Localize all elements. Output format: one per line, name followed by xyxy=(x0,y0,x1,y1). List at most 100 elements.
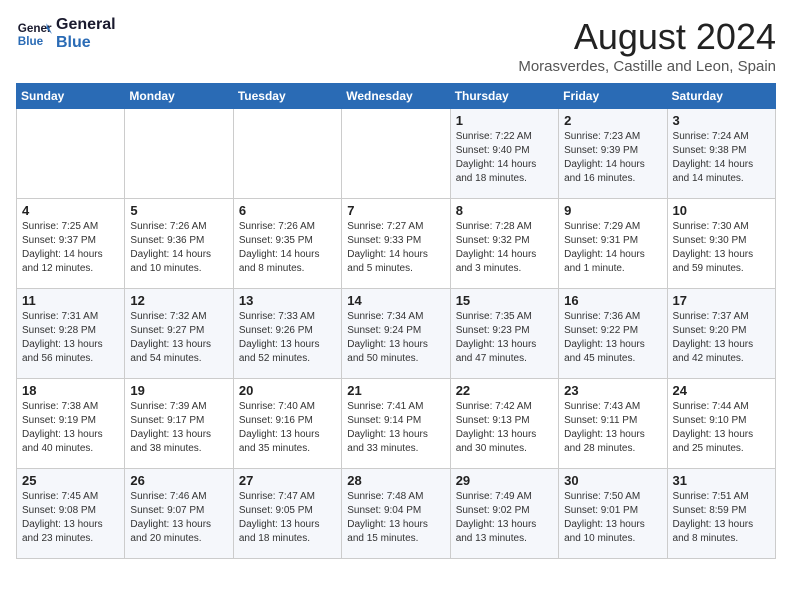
calendar-cell: 16 Sunrise: 7:36 AM Sunset: 9:22 PM Dayli… xyxy=(559,289,667,379)
calendar-cell: 14Sunrise: 7:34 AM Sunset: 9:24 PM Dayli… xyxy=(342,289,450,379)
calendar-cell: 28 Sunrise: 7:48 AM Sunset: 9:04 PM Dayli… xyxy=(342,469,450,559)
weekday-header-friday: Friday xyxy=(559,84,667,109)
calendar-cell: 7 Sunrise: 7:27 AM Sunset: 9:33 PM Daylig… xyxy=(342,199,450,289)
calendar-cell: 5Sunrise: 7:26 AM Sunset: 9:36 PM Daylig… xyxy=(125,199,233,289)
day-number: 27 xyxy=(239,473,336,488)
calendar-week-1: 1 Sunrise: 7:22 AM Sunset: 9:40 PM Daylig… xyxy=(17,109,776,199)
day-number: 23 xyxy=(564,383,661,398)
calendar-cell xyxy=(17,109,125,199)
calendar-cell: 29Sunrise: 7:49 AM Sunset: 9:02 PM Dayli… xyxy=(450,469,558,559)
day-number: 21 xyxy=(347,383,444,398)
day-number: 1 xyxy=(456,113,553,128)
day-info: Sunrise: 7:44 AM Sunset: 9:10 PM Dayligh… xyxy=(673,400,770,456)
calendar-table: SundayMondayTuesdayWednesdayThursdayFrid… xyxy=(16,83,776,559)
calendar-week-5: 25 Sunrise: 7:45 AM Sunset: 9:08 PM Dayli… xyxy=(17,469,776,559)
day-info: Sunrise: 7:30 AM Sunset: 9:30 PM Dayligh… xyxy=(673,220,770,276)
location-subtitle: Morasverdes, Castille and Leon, Spain xyxy=(518,58,776,75)
day-number: 26 xyxy=(130,473,227,488)
day-info: Sunrise: 7:41 AM Sunset: 9:14 PM Dayligh… xyxy=(347,400,444,456)
day-number: 5 xyxy=(130,203,227,218)
calendar-cell: 6Sunrise: 7:26 AM Sunset: 9:35 PM Daylig… xyxy=(233,199,341,289)
logo-icon: General Blue xyxy=(16,16,52,52)
day-info: Sunrise: 7:37 AM Sunset: 9:20 PM Dayligh… xyxy=(673,310,770,366)
day-info: Sunrise: 7:48 AM Sunset: 9:04 PM Dayligh… xyxy=(347,490,444,546)
calendar-cell: 25 Sunrise: 7:45 AM Sunset: 9:08 PM Dayli… xyxy=(17,469,125,559)
day-info: Sunrise: 7:22 AM Sunset: 9:40 PM Dayligh… xyxy=(456,130,553,186)
day-info: Sunrise: 7:26 AM Sunset: 9:35 PM Dayligh… xyxy=(239,220,336,276)
calendar-cell: 8Sunrise: 7:28 AM Sunset: 9:32 PM Daylig… xyxy=(450,199,558,289)
day-info: Sunrise: 7:50 AM Sunset: 9:01 PM Dayligh… xyxy=(564,490,661,546)
calendar-cell: 27 Sunrise: 7:47 AM Sunset: 9:05 PM Dayli… xyxy=(233,469,341,559)
day-info: Sunrise: 7:39 AM Sunset: 9:17 PM Dayligh… xyxy=(130,400,227,456)
calendar-cell: 13 Sunrise: 7:33 AM Sunset: 9:26 PM Dayli… xyxy=(233,289,341,379)
day-number: 28 xyxy=(347,473,444,488)
calendar-cell: 3 Sunrise: 7:24 AM Sunset: 9:38 PM Daylig… xyxy=(667,109,775,199)
day-info: Sunrise: 7:47 AM Sunset: 9:05 PM Dayligh… xyxy=(239,490,336,546)
calendar-cell: 20 Sunrise: 7:40 AM Sunset: 9:16 PM Dayli… xyxy=(233,379,341,469)
calendar-cell xyxy=(342,109,450,199)
calendar-week-2: 4Sunrise: 7:25 AM Sunset: 9:37 PM Daylig… xyxy=(17,199,776,289)
day-number: 31 xyxy=(673,473,770,488)
calendar-cell: 30 Sunrise: 7:50 AM Sunset: 9:01 PM Dayli… xyxy=(559,469,667,559)
title-block: August 2024 Morasverdes, Castille and Le… xyxy=(518,16,776,75)
day-info: Sunrise: 7:43 AM Sunset: 9:11 PM Dayligh… xyxy=(564,400,661,456)
day-number: 4 xyxy=(22,203,119,218)
day-number: 29 xyxy=(456,473,553,488)
day-info: Sunrise: 7:32 AM Sunset: 9:27 PM Dayligh… xyxy=(130,310,227,366)
day-number: 16 xyxy=(564,293,661,308)
calendar-week-4: 18 Sunrise: 7:38 AM Sunset: 9:19 PM Dayli… xyxy=(17,379,776,469)
day-info: Sunrise: 7:42 AM Sunset: 9:13 PM Dayligh… xyxy=(456,400,553,456)
logo-blue-text: Blue xyxy=(56,34,116,52)
day-number: 18 xyxy=(22,383,119,398)
calendar-cell: 1 Sunrise: 7:22 AM Sunset: 9:40 PM Daylig… xyxy=(450,109,558,199)
day-info: Sunrise: 7:38 AM Sunset: 9:19 PM Dayligh… xyxy=(22,400,119,456)
day-info: Sunrise: 7:23 AM Sunset: 9:39 PM Dayligh… xyxy=(564,130,661,186)
weekday-header-row: SundayMondayTuesdayWednesdayThursdayFrid… xyxy=(17,84,776,109)
day-number: 19 xyxy=(130,383,227,398)
weekday-header-wednesday: Wednesday xyxy=(342,84,450,109)
calendar-cell xyxy=(125,109,233,199)
calendar-cell: 11 Sunrise: 7:31 AM Sunset: 9:28 PM Dayli… xyxy=(17,289,125,379)
calendar-cell: 12Sunrise: 7:32 AM Sunset: 9:27 PM Dayli… xyxy=(125,289,233,379)
day-number: 11 xyxy=(22,293,119,308)
day-info: Sunrise: 7:29 AM Sunset: 9:31 PM Dayligh… xyxy=(564,220,661,276)
weekday-header-tuesday: Tuesday xyxy=(233,84,341,109)
day-number: 3 xyxy=(673,113,770,128)
day-number: 20 xyxy=(239,383,336,398)
weekday-header-sunday: Sunday xyxy=(17,84,125,109)
day-number: 9 xyxy=(564,203,661,218)
day-info: Sunrise: 7:40 AM Sunset: 9:16 PM Dayligh… xyxy=(239,400,336,456)
day-number: 7 xyxy=(347,203,444,218)
day-number: 25 xyxy=(22,473,119,488)
day-info: Sunrise: 7:28 AM Sunset: 9:32 PM Dayligh… xyxy=(456,220,553,276)
day-info: Sunrise: 7:31 AM Sunset: 9:28 PM Dayligh… xyxy=(22,310,119,366)
day-info: Sunrise: 7:35 AM Sunset: 9:23 PM Dayligh… xyxy=(456,310,553,366)
calendar-cell: 26 Sunrise: 7:46 AM Sunset: 9:07 PM Dayli… xyxy=(125,469,233,559)
calendar-cell: 22Sunrise: 7:42 AM Sunset: 9:13 PM Dayli… xyxy=(450,379,558,469)
weekday-header-monday: Monday xyxy=(125,84,233,109)
day-number: 2 xyxy=(564,113,661,128)
day-info: Sunrise: 7:24 AM Sunset: 9:38 PM Dayligh… xyxy=(673,130,770,186)
day-number: 24 xyxy=(673,383,770,398)
day-number: 17 xyxy=(673,293,770,308)
day-info: Sunrise: 7:27 AM Sunset: 9:33 PM Dayligh… xyxy=(347,220,444,276)
calendar-cell: 31Sunrise: 7:51 AM Sunset: 8:59 PM Dayli… xyxy=(667,469,775,559)
day-number: 30 xyxy=(564,473,661,488)
day-number: 13 xyxy=(239,293,336,308)
weekday-header-thursday: Thursday xyxy=(450,84,558,109)
calendar-cell: 10Sunrise: 7:30 AM Sunset: 9:30 PM Dayli… xyxy=(667,199,775,289)
calendar-week-3: 11 Sunrise: 7:31 AM Sunset: 9:28 PM Dayli… xyxy=(17,289,776,379)
calendar-cell: 17 Sunrise: 7:37 AM Sunset: 9:20 PM Dayli… xyxy=(667,289,775,379)
day-info: Sunrise: 7:45 AM Sunset: 9:08 PM Dayligh… xyxy=(22,490,119,546)
day-info: Sunrise: 7:34 AM Sunset: 9:24 PM Dayligh… xyxy=(347,310,444,366)
month-year-title: August 2024 xyxy=(518,16,776,58)
weekday-header-saturday: Saturday xyxy=(667,84,775,109)
day-info: Sunrise: 7:33 AM Sunset: 9:26 PM Dayligh… xyxy=(239,310,336,366)
day-info: Sunrise: 7:36 AM Sunset: 9:22 PM Dayligh… xyxy=(564,310,661,366)
logo-text: General xyxy=(56,16,116,34)
calendar-cell: 23 Sunrise: 7:43 AM Sunset: 9:11 PM Dayli… xyxy=(559,379,667,469)
calendar-cell: 15Sunrise: 7:35 AM Sunset: 9:23 PM Dayli… xyxy=(450,289,558,379)
day-info: Sunrise: 7:46 AM Sunset: 9:07 PM Dayligh… xyxy=(130,490,227,546)
calendar-cell: 19 Sunrise: 7:39 AM Sunset: 9:17 PM Dayli… xyxy=(125,379,233,469)
calendar-cell: 21 Sunrise: 7:41 AM Sunset: 9:14 PM Dayli… xyxy=(342,379,450,469)
